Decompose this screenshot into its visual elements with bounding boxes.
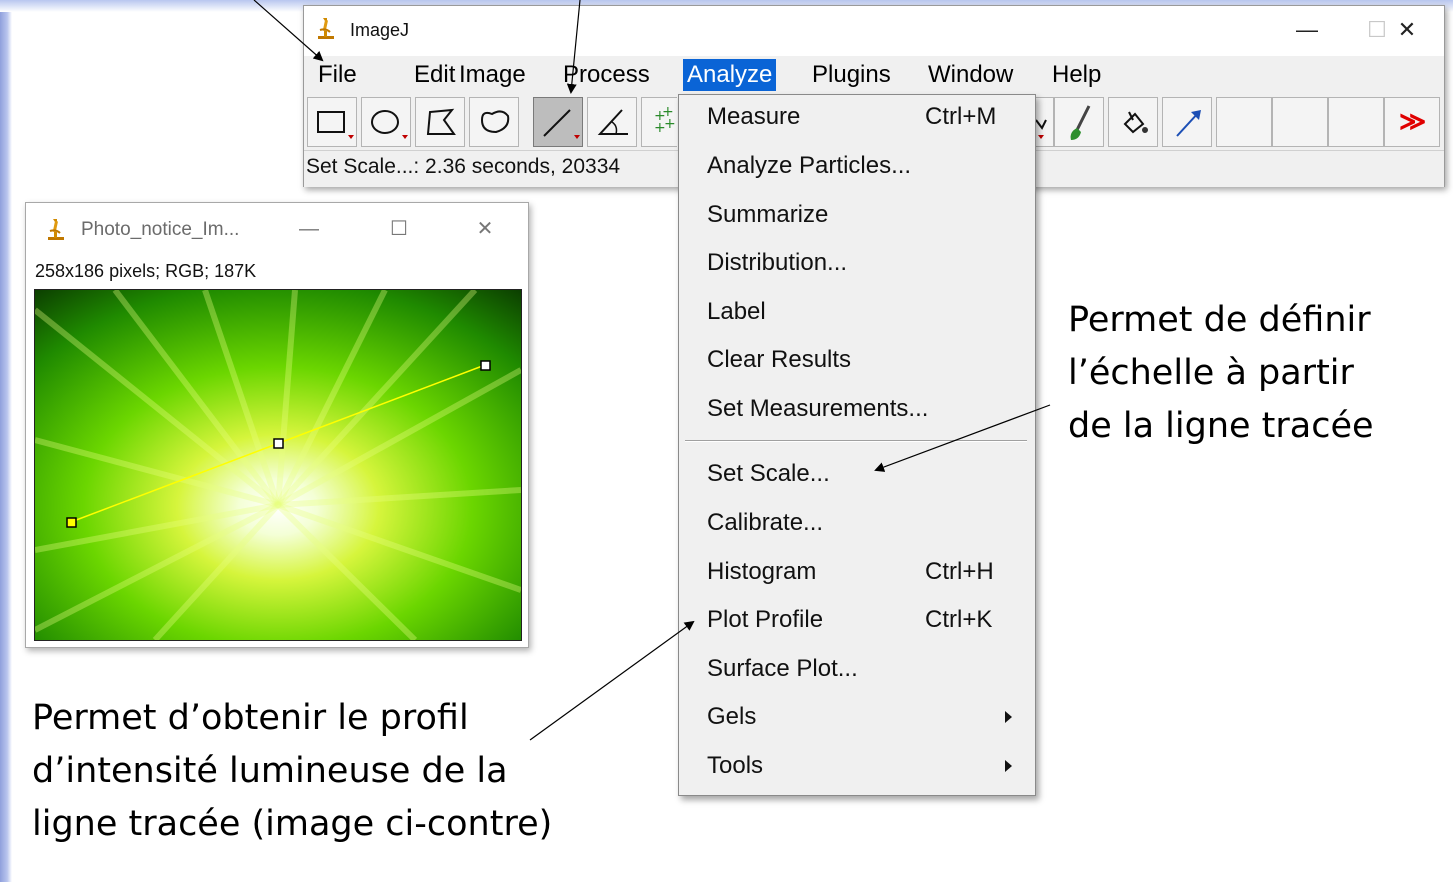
menu-item-label[interactable]: Label [679, 290, 1035, 336]
menu-item-plot-profile[interactable]: Plot Profile Ctrl+K [679, 598, 1035, 644]
menu-item-surface-plot[interactable]: Surface Plot... [679, 647, 1035, 693]
menu-item-distribution[interactable]: Distribution... [679, 241, 1035, 287]
close-button[interactable]: ✕ [462, 211, 508, 247]
menu-file[interactable]: File [314, 59, 361, 91]
menu-item-set-scale[interactable]: Set Scale... [679, 452, 1035, 498]
point-tool-button[interactable]: + + + + [641, 97, 677, 147]
brush-tool-button[interactable] [1054, 97, 1104, 147]
submenu-arrow-icon [1005, 760, 1012, 772]
close-button[interactable]: ✕ [1384, 12, 1430, 48]
angle-tool-button[interactable] [587, 97, 637, 147]
microscope-icon [316, 16, 336, 40]
microscope-icon [46, 217, 66, 246]
submenu-arrow-icon [1005, 711, 1012, 723]
dropper-tool-button[interactable] [1034, 97, 1054, 147]
menu-image[interactable]: Image [455, 59, 530, 91]
freehand-icon [480, 110, 510, 134]
menu-separator [685, 440, 1027, 442]
empty-tool-slot[interactable] [1328, 97, 1384, 147]
title-bar: ImageJ — ☐ ✕ [304, 6, 1444, 56]
line-handle-start[interactable] [66, 517, 77, 528]
arrow-to-plot-profile [529, 620, 695, 741]
menu-help[interactable]: Help [1048, 59, 1105, 91]
scale-callout: Permet de définir l’échelle à partir de … [1068, 300, 1374, 446]
line-handle-end[interactable] [480, 360, 491, 371]
menu-process[interactable]: Process [559, 59, 654, 91]
svg-text:+: + [664, 116, 676, 132]
menu-edit[interactable]: Edit [410, 59, 459, 91]
line-handle-middle[interactable] [273, 438, 284, 449]
oval-icon [371, 110, 408, 139]
empty-tool-slot[interactable] [1272, 97, 1328, 147]
line-tool-button[interactable] [533, 97, 583, 147]
menu-bar: File Edit Image Process Analyze Plugins … [304, 56, 1444, 94]
image-info: 258x186 pixels; RGB; 187K [35, 261, 257, 281]
minimize-button[interactable]: — [286, 211, 332, 247]
menu-item-analyze-particles[interactable]: Analyze Particles... [679, 144, 1035, 190]
flood-fill-icon [1123, 111, 1148, 134]
background-gradient-left [0, 0, 12, 882]
double-chevron-icon: ≫ [1399, 106, 1427, 136]
status-text: Set Scale...: 2.36 seconds, 20334 [306, 155, 621, 178]
polygon-tool-button[interactable] [415, 97, 465, 147]
analyze-menu-dropdown: Measure Ctrl+M Analyze Particles... Summ… [678, 94, 1036, 796]
rectangle-icon [317, 111, 354, 139]
menu-item-histogram[interactable]: Histogram Ctrl+H [679, 550, 1035, 596]
flood-fill-tool-button[interactable] [1108, 97, 1158, 147]
window-title: ImageJ [350, 20, 410, 40]
rectangle-tool-button[interactable] [307, 97, 357, 147]
line-icon [543, 109, 580, 139]
profile-callout: Permet d’obtenir le profil d’intensité l… [32, 698, 553, 844]
arrow-icon [1176, 110, 1201, 137]
menu-analyze[interactable]: Analyze [683, 59, 777, 91]
brush-icon [1070, 105, 1091, 140]
menu-item-tools[interactable]: Tools [679, 744, 1035, 790]
arrow-tool-button[interactable] [1162, 97, 1212, 147]
oval-tool-button[interactable] [361, 97, 411, 147]
point-icon: + + + + [654, 104, 676, 136]
image-window: Photo_notice_Im... — ☐ ✕ 258x186 pixels;… [25, 202, 529, 648]
menu-window[interactable]: Window [924, 59, 1017, 91]
minimize-button[interactable]: — [1284, 12, 1330, 48]
menu-item-summarize[interactable]: Summarize [679, 193, 1035, 239]
freehand-tool-button[interactable] [469, 97, 519, 147]
polygon-icon [426, 108, 456, 135]
image-canvas[interactable] [34, 289, 522, 641]
maximize-button[interactable]: ☐ [376, 211, 422, 247]
dropper-icon [1035, 119, 1047, 139]
menu-item-measure[interactable]: Measure Ctrl+M [679, 95, 1035, 141]
image-window-title: Photo_notice_Im... [81, 219, 240, 240]
menu-plugins[interactable]: Plugins [808, 59, 895, 91]
empty-tool-slot[interactable] [1216, 97, 1272, 147]
menu-item-gels[interactable]: Gels [679, 695, 1035, 741]
menu-item-clear-results[interactable]: Clear Results [679, 338, 1035, 384]
menu-item-set-measurements[interactable]: Set Measurements... [679, 387, 1035, 433]
menu-item-calibrate[interactable]: Calibrate... [679, 501, 1035, 547]
more-tools-button[interactable]: ≫ [1384, 97, 1440, 147]
angle-icon [597, 109, 628, 135]
light-burst [35, 290, 521, 640]
